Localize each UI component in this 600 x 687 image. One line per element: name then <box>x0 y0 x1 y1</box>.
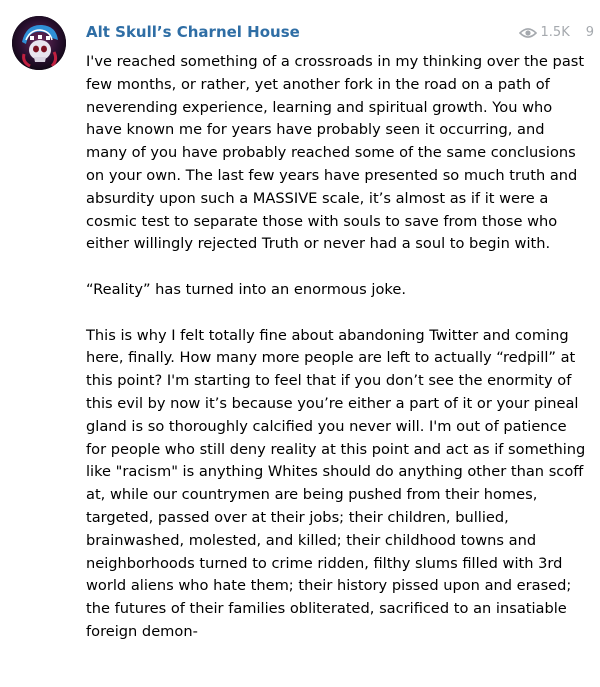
message-paragraph-3: This is why I felt totally fine about ab… <box>86 326 586 640</box>
views-counter: 1.5K 9 <box>518 25 594 40</box>
skull-avatar-icon <box>12 16 66 70</box>
message-text: I've reached something of a crossroads i… <box>86 51 586 667</box>
message-paragraph-2: “Reality” has turned into an enormous jo… <box>86 280 406 298</box>
views-count: 1.5K <box>540 25 570 40</box>
message-paragraph-1: I've reached something of a crossroads i… <box>86 53 585 253</box>
channel-avatar[interactable] <box>12 16 66 70</box>
message-time: 9 <box>585 25 594 40</box>
eye-icon <box>518 27 537 38</box>
channel-message: Alt Skull’s Charnel House 1.5K 9 I've re… <box>0 0 600 687</box>
channel-name[interactable]: Alt Skull’s Charnel House <box>86 23 300 41</box>
message-header: Alt Skull’s Charnel House 1.5K 9 <box>86 23 600 43</box>
